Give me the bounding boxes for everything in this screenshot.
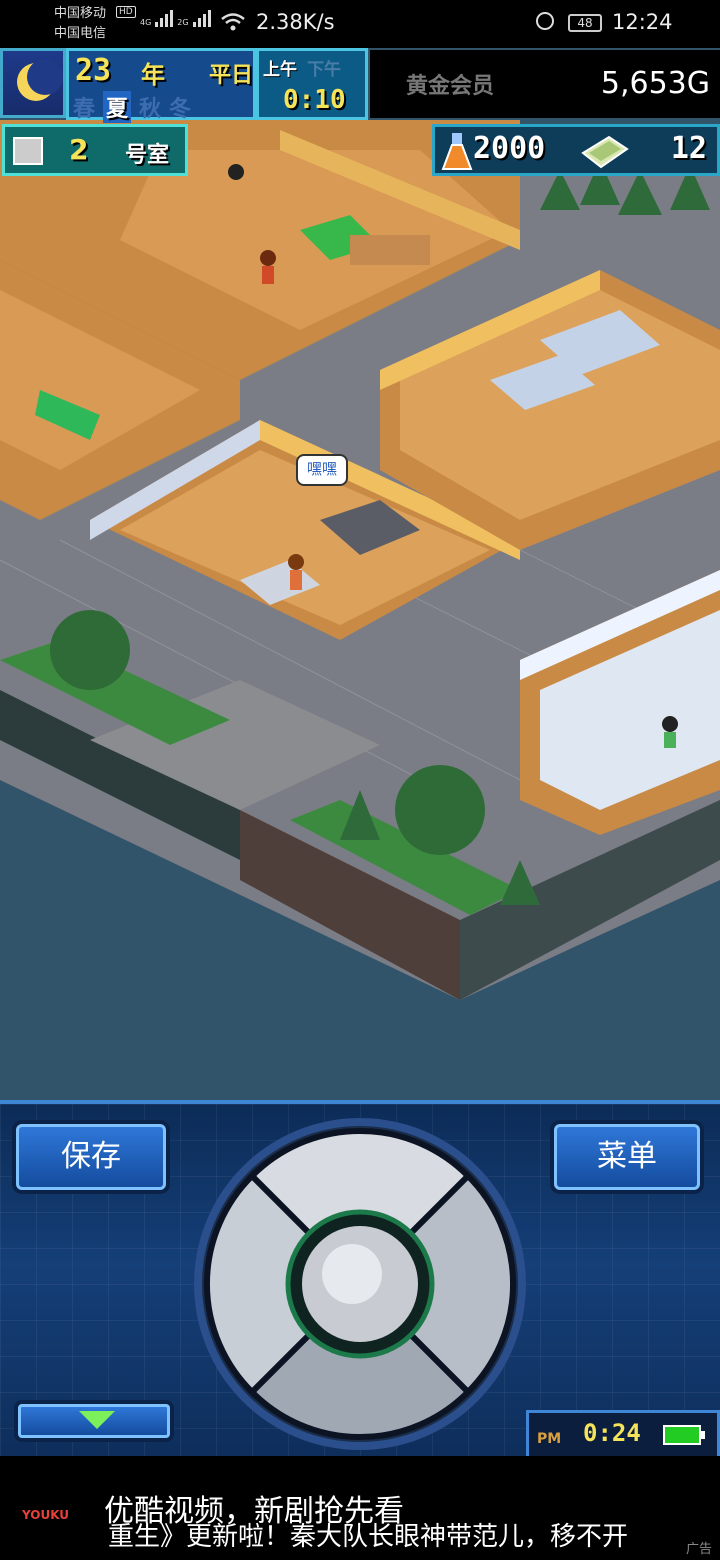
carrier-2: 中国电信 <box>54 26 107 41</box>
research-points: 2000 <box>473 131 546 166</box>
device-time: 0:24 <box>583 1419 641 1447</box>
season-summer: 夏 <box>103 91 132 123</box>
alarm-icon <box>536 12 554 30</box>
hd-badge: HD <box>116 6 136 18</box>
flask-icon <box>441 133 473 170</box>
net-label-1: 4G <box>140 18 152 27</box>
dpad[interactable] <box>192 1116 528 1452</box>
season-spring: 春 <box>73 97 96 122</box>
collapse-button[interactable] <box>18 1404 170 1438</box>
game-clock: 0:10 <box>283 85 346 115</box>
member-status: 黄金会员 <box>406 74 495 99</box>
game-view[interactable]: 嘿嘿 <box>0 48 720 1100</box>
carrier-info: 中国移动 中国电信 <box>54 4 106 44</box>
wifi-icon <box>221 13 245 31</box>
year-number: 23 <box>75 53 112 88</box>
moon-icon <box>17 59 63 101</box>
net-label-2: 2G <box>177 18 189 27</box>
season-row: 春 夏 秋 冬 <box>73 91 191 123</box>
signal-icons: 4G 2G <box>140 10 211 27</box>
pm-indicator: PM <box>537 1431 562 1447</box>
signal-bars-icon <box>192 10 211 27</box>
pm-label: 下午 <box>307 60 341 80</box>
battery-icon: 48 <box>568 14 602 32</box>
save-button[interactable]: 保存 <box>16 1124 166 1190</box>
am-label: 上午 <box>263 60 297 80</box>
device-status: PM 0:24 <box>526 1410 720 1460</box>
ticket-icon <box>581 135 629 169</box>
ad-subtitle: 重生》更新啦！秦大队长眼神带范儿，移不开 <box>108 1522 629 1552</box>
room-number: 2 <box>69 133 89 166</box>
signal-bars-icon <box>155 10 174 27</box>
menu-button[interactable]: 菜单 <box>554 1124 700 1190</box>
money-amount: 5,653G <box>600 66 710 101</box>
controller-panel: 保存 菜单 PM 0:24 <box>0 1100 720 1460</box>
ad-banner[interactable]: YOUKU 优酷视频，新剧抢先看 重生》更新啦！秦大队长眼神带范儿，移不开 广告 <box>0 1456 720 1560</box>
status-clock: 12:24 <box>612 10 673 34</box>
date-panel: 23 年 平日 春 夏 秋 冬 <box>66 48 256 123</box>
youku-logo: YOUKU <box>22 1508 70 1522</box>
network-speed: 2.38K/s <box>256 10 335 34</box>
speech-bubble: 嘿嘿 <box>296 454 348 486</box>
status-bar: 中国移动 中国电信 HD 4G 2G 2.38K/s 48 12:24 <box>0 0 720 48</box>
time-panel: 上午 下午 0:10 <box>256 48 368 120</box>
ad-label: 广告 <box>685 1542 712 1557</box>
money-panel: 黄金会员 5,653G <box>370 50 720 118</box>
room-selector[interactable]: 2 号室 <box>2 124 188 176</box>
ticket-count: 12 <box>670 131 707 166</box>
battery-icon <box>663 1425 705 1445</box>
room-cube-icon <box>13 137 43 165</box>
night-indicator <box>0 48 66 118</box>
resource-panel: 2000 12 <box>432 124 720 176</box>
year-unit: 年 <box>141 61 165 89</box>
season-autumn: 秋 <box>139 97 162 122</box>
isometric-building-map[interactable] <box>0 48 720 1100</box>
season-winter: 冬 <box>169 97 192 122</box>
down-arrow-icon <box>79 1411 115 1429</box>
room-label: 号室 <box>125 143 170 168</box>
weekday-label: 平日 <box>209 63 254 88</box>
carrier-1: 中国移动 <box>54 6 107 21</box>
